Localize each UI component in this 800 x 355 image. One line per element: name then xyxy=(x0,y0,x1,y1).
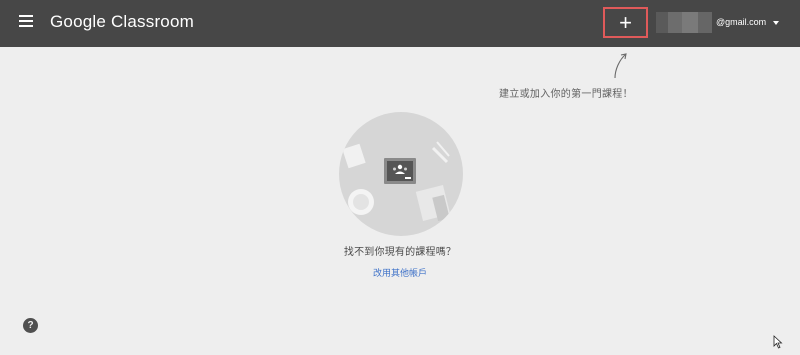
help-icon[interactable]: ? xyxy=(23,318,38,333)
classroom-illustration xyxy=(339,112,463,236)
mouse-cursor-icon xyxy=(773,335,783,349)
empty-state-message: 找不到你現有的課程嗎？ xyxy=(343,247,457,258)
menu-icon[interactable] xyxy=(19,15,33,27)
add-class-button[interactable]: + xyxy=(605,9,646,36)
add-button-highlight: + xyxy=(603,7,648,38)
caret-down-icon[interactable] xyxy=(773,21,779,25)
switch-account-link[interactable]: 改用其他帳戶 xyxy=(0,266,800,279)
top-app-bar: Google Classroom + @gmail.com xyxy=(0,0,800,47)
app-logo[interactable]: Google Classroom xyxy=(50,12,194,32)
hint-arrow-icon xyxy=(614,53,627,79)
first-class-hint: 建立或加入你的第一門課程！ xyxy=(499,89,633,100)
account-email[interactable]: @gmail.com xyxy=(716,17,766,27)
